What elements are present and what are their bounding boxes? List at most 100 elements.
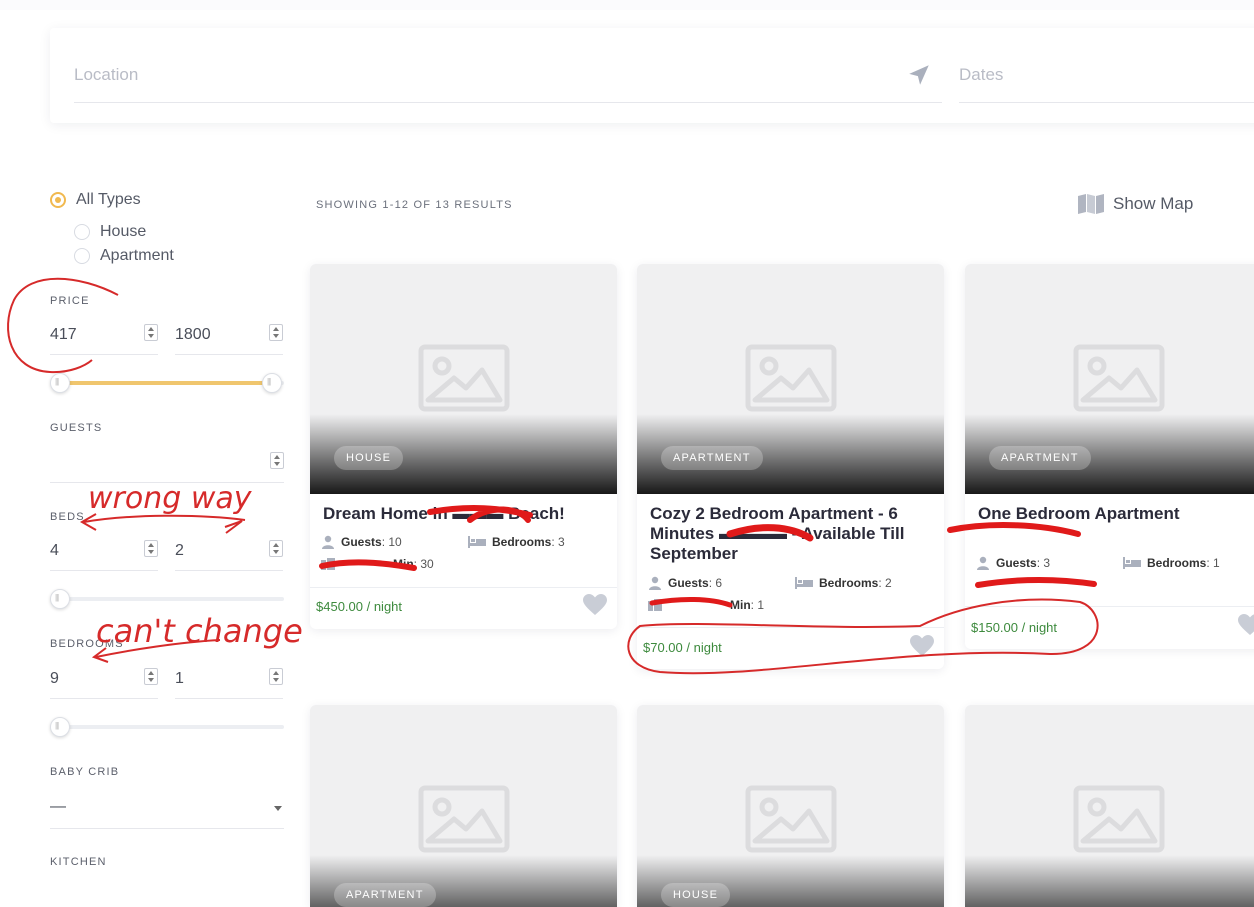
map-icon xyxy=(1078,194,1104,214)
divider xyxy=(965,606,1254,607)
guests-value: 10 xyxy=(388,535,402,549)
listing-price: $70.00 / night xyxy=(643,640,722,655)
dates-input[interactable] xyxy=(959,58,1254,92)
location-input[interactable] xyxy=(74,58,942,92)
heart-icon[interactable] xyxy=(910,635,934,657)
stepper-icon[interactable] xyxy=(269,540,283,557)
bedrooms-min-input[interactable]: 9 xyxy=(50,662,158,699)
type-badge: APARTMENT xyxy=(989,446,1091,470)
bedrooms-label: Bedrooms xyxy=(492,535,552,549)
price-slider-min-handle[interactable] xyxy=(50,373,70,393)
type-badge: APARTMENT xyxy=(334,883,436,907)
image-placeholder-icon xyxy=(745,344,837,412)
beds-label: BEDS xyxy=(50,511,85,523)
price-slider-max-handle[interactable] xyxy=(262,373,282,393)
navigation-arrow-icon[interactable] xyxy=(906,62,932,88)
beds-min-value: 4 xyxy=(50,542,59,559)
listing-card[interactable]: HOUSE Dream Home in ▬▬▬ Beach! Guests: 1… xyxy=(310,264,617,629)
type-badge: APARTMENT xyxy=(661,446,763,470)
price-min-value: 417 xyxy=(50,326,77,343)
guests-label: GUESTS xyxy=(50,422,103,434)
baby-crib-label: BABY CRIB xyxy=(50,766,120,778)
price-min-input[interactable]: 417 xyxy=(50,318,158,355)
location-field[interactable] xyxy=(74,58,942,103)
annotation-wrong-way: wrong way xyxy=(88,481,253,516)
guests-label: Guests xyxy=(668,576,709,590)
beds-min-input[interactable]: 4 xyxy=(50,534,158,571)
beds-max-value: 2 xyxy=(175,542,184,559)
listing-image[interactable]: HOUSE xyxy=(637,705,944,907)
bedrooms-max-input[interactable]: 1 xyxy=(175,662,283,699)
listing-image[interactable]: APARTMENT xyxy=(637,264,944,494)
stepper-icon[interactable] xyxy=(144,324,158,341)
radio-selected-icon[interactable] xyxy=(50,192,66,208)
radio-icon[interactable] xyxy=(74,248,90,264)
type-radio-apartment[interactable]: Apartment xyxy=(74,247,174,265)
listing-title[interactable]: Dream Home in ▬▬▬ Beach! xyxy=(323,504,608,524)
listing-title[interactable]: One Bedroom Apartment xyxy=(978,504,1254,524)
listing-card[interactable]: APARTMENT One Bedroom Apartment Guests: … xyxy=(965,264,1254,649)
dates-field[interactable] xyxy=(959,58,1254,103)
bedrooms-meta: Bedrooms: 2 xyxy=(795,576,892,590)
kitchen-label: KITCHEN xyxy=(50,856,107,868)
min-stay-meta: Min: 30 xyxy=(321,557,434,571)
show-map-button[interactable]: Show Map xyxy=(1077,193,1193,215)
type-label: Apartment xyxy=(100,247,174,264)
listing-image[interactable]: APARTMENT xyxy=(310,705,617,907)
listing-title[interactable]: Cozy 2 Bedroom Apartment - 6 Minutes ▬▬▬… xyxy=(650,504,935,564)
guests-meta: Guests: 3 xyxy=(976,556,1050,570)
listing-image[interactable] xyxy=(965,705,1254,907)
bedrooms-min-value: 9 xyxy=(50,670,59,687)
min-stay-meta: Min: 1 xyxy=(648,598,764,612)
beds-slider-handle[interactable] xyxy=(50,589,70,609)
type-label: House xyxy=(100,223,147,240)
annotation-cant-change: can't change xyxy=(96,612,303,650)
person-icon xyxy=(649,576,661,590)
type-label: All Types xyxy=(76,191,141,208)
radio-icon[interactable] xyxy=(74,224,90,240)
guests-label: Guests xyxy=(341,535,382,549)
guests-input[interactable] xyxy=(50,446,284,483)
results-count: SHOWING 1-12 OF 13 RESULTS xyxy=(316,199,513,211)
top-strip xyxy=(0,0,1254,10)
listing-price: $450.00 / night xyxy=(316,599,403,614)
bedrooms-value: 2 xyxy=(885,576,892,590)
image-placeholder-icon xyxy=(1073,785,1165,853)
guests-value: 6 xyxy=(715,576,723,590)
stepper-icon[interactable] xyxy=(144,668,158,685)
min-value: 1 xyxy=(757,598,765,612)
type-radio-all[interactable]: All Types xyxy=(50,191,141,209)
listing-card[interactable] xyxy=(965,705,1254,907)
bedrooms-label: Bedrooms xyxy=(819,576,879,590)
bedrooms-label: BEDROOMS xyxy=(50,638,124,650)
price-max-input[interactable]: 1800 xyxy=(175,318,283,355)
bedrooms-slider-handle[interactable] xyxy=(50,717,70,737)
guests-meta: Guests: 6 xyxy=(648,576,722,590)
min-value: 30 xyxy=(420,557,434,571)
price-max-value: 1800 xyxy=(175,326,211,343)
divider xyxy=(310,587,617,588)
stepper-icon[interactable] xyxy=(144,540,158,557)
beds-slider-track[interactable] xyxy=(50,597,284,601)
beds-max-input[interactable]: 2 xyxy=(175,534,283,571)
listing-card[interactable]: HOUSE xyxy=(637,705,944,907)
stepper-icon[interactable] xyxy=(270,452,284,469)
type-badge: HOUSE xyxy=(661,883,731,907)
type-radio-house[interactable]: House xyxy=(74,223,146,241)
listing-image[interactable]: APARTMENT xyxy=(965,264,1254,494)
heart-icon[interactable] xyxy=(583,594,607,616)
listing-card[interactable]: APARTMENT xyxy=(310,705,617,907)
bedrooms-slider-track[interactable] xyxy=(50,725,284,729)
stepper-icon[interactable] xyxy=(269,668,283,685)
person-icon xyxy=(977,556,989,570)
listing-card[interactable]: APARTMENT Cozy 2 Bedroom Apartment - 6 M… xyxy=(637,264,944,669)
annotation-arrow-beds xyxy=(79,513,246,534)
heart-icon[interactable] xyxy=(1238,614,1254,636)
listing-image[interactable]: HOUSE xyxy=(310,264,617,494)
stepper-icon[interactable] xyxy=(269,324,283,341)
bed-icon xyxy=(468,536,486,548)
baby-crib-select[interactable]: — xyxy=(50,788,284,829)
building-icon xyxy=(648,599,662,611)
chevron-down-icon[interactable] xyxy=(274,806,282,811)
show-map-label: Show Map xyxy=(1113,194,1194,213)
